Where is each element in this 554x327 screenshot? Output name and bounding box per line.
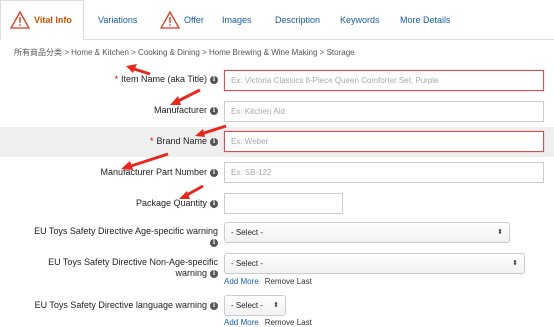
- tab-label: Variations: [98, 15, 138, 25]
- select-arrows-icon: ⬍: [497, 229, 503, 236]
- tab-images[interactable]: Images: [222, 0, 252, 40]
- info-icon[interactable]: i: [210, 76, 218, 84]
- tab-vital-info[interactable]: Vital Info: [0, 0, 84, 40]
- select-arrows-icon: ⬍: [512, 260, 518, 267]
- eu-non-age-warning-label: EU Toys Safety Directive Non-Age-specifi…: [48, 257, 218, 278]
- tab-label: Keywords: [340, 15, 380, 25]
- info-icon[interactable]: i: [210, 270, 218, 278]
- part-number-label: Manufacturer Part Number i: [100, 167, 218, 177]
- manufacturer-row: Manufacturer i Ex: Kitchen Aid: [0, 98, 554, 124]
- part-number-row: Manufacturer Part Number i Ex: SB-122: [0, 160, 554, 186]
- info-icon[interactable]: i: [210, 239, 218, 247]
- part-number-input[interactable]: Ex: SB-122: [224, 162, 544, 183]
- tab-variations[interactable]: Variations: [98, 0, 137, 40]
- remove-last-link[interactable]: Remove Last: [265, 318, 312, 327]
- tab-label: Vital Info: [34, 15, 72, 25]
- tab-bar: Vital Info Variations Offer Images Descr…: [0, 0, 554, 40]
- package-quantity-row: Package Quantity i: [0, 191, 554, 217]
- language-links: Add More Remove Last: [224, 318, 312, 327]
- select-arrows-icon: ⬍: [273, 302, 279, 309]
- breadcrumb: 所有商品分类 > Home & Kitchen > Cooking & Dini…: [14, 48, 355, 57]
- eu-age-warning-select[interactable]: - Select - ⬍: [224, 222, 510, 243]
- tab-label: Description: [275, 15, 321, 25]
- add-more-link[interactable]: Add More: [224, 318, 259, 327]
- eu-age-warning-label: EU Toys Safety Directive Age-specific wa…: [34, 226, 218, 247]
- required-marker: *: [114, 74, 118, 84]
- brand-name-row: * Brand Name i Ex: Weber: [0, 127, 554, 157]
- item-name-input[interactable]: Ex: Victoria Classics 8-Piece Queen Comf…: [224, 70, 544, 91]
- eu-age-warning-row: EU Toys Safety Directive Age-specific wa…: [0, 220, 554, 248]
- manufacturer-input[interactable]: Ex: Kitchen Aid: [224, 101, 544, 122]
- eu-non-age-warning-row: EU Toys Safety Directive Non-Age-specifi…: [0, 252, 554, 288]
- package-quantity-label: Package Quantity i: [136, 198, 218, 208]
- info-icon[interactable]: i: [210, 302, 218, 310]
- tab-label: Images: [222, 15, 252, 25]
- info-icon[interactable]: i: [210, 107, 218, 115]
- tab-description[interactable]: Description: [275, 0, 320, 40]
- brand-name-input[interactable]: Ex: Weber: [224, 131, 544, 152]
- warning-icon: [10, 11, 30, 29]
- tab-keywords[interactable]: Keywords: [340, 0, 380, 40]
- warning-icon: [160, 11, 180, 29]
- non-age-links: Add More Remove Last: [224, 277, 312, 286]
- add-more-link[interactable]: Add More: [224, 277, 259, 286]
- info-icon[interactable]: i: [210, 169, 218, 177]
- manufacturer-label: Manufacturer i: [154, 105, 218, 115]
- eu-language-warning-row: EU Toys Safety Directive language warnin…: [0, 294, 554, 327]
- item-name-label: * Item Name (aka Title) i: [114, 74, 218, 84]
- tab-label: More Details: [400, 15, 451, 25]
- eu-non-age-warning-select[interactable]: - Select - ⬍: [224, 253, 525, 274]
- tab-label: Offer: [184, 15, 204, 25]
- eu-language-warning-select[interactable]: - Select - ⬍: [224, 295, 286, 316]
- tab-more-details[interactable]: More Details: [400, 0, 451, 40]
- tab-offer[interactable]: Offer: [160, 0, 204, 40]
- info-icon[interactable]: i: [210, 200, 218, 208]
- package-quantity-input[interactable]: [224, 193, 343, 214]
- info-icon[interactable]: i: [210, 138, 218, 146]
- required-marker: *: [149, 136, 154, 146]
- eu-language-warning-label: EU Toys Safety Directive language warnin…: [35, 300, 218, 310]
- brand-name-label: * Brand Name i: [150, 136, 218, 146]
- remove-last-link[interactable]: Remove Last: [265, 277, 312, 286]
- item-name-row: * Item Name (aka Title) i Ex: Victoria Cla…: [0, 68, 554, 94]
